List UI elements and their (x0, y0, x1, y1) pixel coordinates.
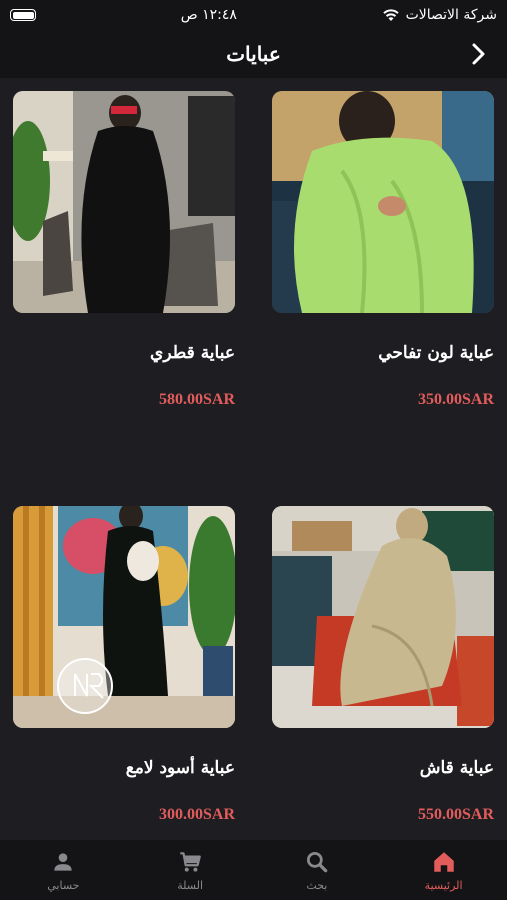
battery-icon (10, 9, 36, 21)
tab-account-label: حسابي (47, 878, 80, 892)
product-name[interactable]: عباية قاش (272, 758, 494, 778)
product-image[interactable] (272, 506, 494, 728)
person-icon (54, 852, 73, 871)
product-price: 580.00SAR (158, 391, 235, 408)
tab-search[interactable]: بحث (254, 840, 381, 900)
wifi-icon (382, 9, 399, 21)
product-price: 300.00SAR (158, 806, 235, 823)
status-time: ١٢:٤٨ ص (180, 7, 237, 23)
product-image[interactable] (13, 506, 235, 728)
tab-search-label: بحث (306, 878, 328, 892)
tab-home-label: الرئيسية (424, 878, 463, 892)
product-card[interactable]: عباية قاش 550.00SAR (272, 506, 494, 824)
status-right: شركة الاتصالات (382, 7, 497, 23)
product-image[interactable] (13, 91, 235, 313)
product-name[interactable]: عباية قطري (13, 343, 235, 363)
page-title: عبايات (226, 42, 281, 66)
tab-account[interactable]: حسابي (0, 840, 127, 900)
carrier-name: شركة الاتصالات (405, 7, 497, 23)
tab-bar: حسابي السلة بحث الرئيسية (0, 840, 507, 900)
product-name[interactable]: عباية أسود لامع (13, 758, 235, 778)
tab-home[interactable]: الرئيسية (380, 840, 507, 900)
cart-icon (180, 851, 201, 872)
home-icon (433, 851, 454, 872)
product-card[interactable]: عباية لون تفاحي 350.00SAR (272, 91, 494, 409)
product-card[interactable]: عباية قطري 580.00SAR (13, 91, 235, 409)
chevron-right-icon (472, 43, 485, 65)
status-bar: ١٢:٤٨ ص شركة الاتصالات (0, 0, 507, 30)
product-card[interactable]: عباية أسود لامع 300.00SAR (13, 506, 235, 824)
search-icon (306, 851, 328, 872)
product-image[interactable] (272, 91, 494, 313)
tab-cart-label: السلة (177, 878, 203, 892)
product-name[interactable]: عباية لون تفاحي (272, 343, 494, 363)
product-grid: عباية لون تفاحي 350.00SAR عباية قطري 580… (0, 78, 507, 840)
back-button[interactable] (465, 40, 493, 68)
product-price: 550.00SAR (417, 806, 494, 823)
nav-bar: عبايات (0, 30, 507, 78)
tab-cart[interactable]: السلة (127, 840, 254, 900)
product-price: 350.00SAR (417, 391, 494, 408)
